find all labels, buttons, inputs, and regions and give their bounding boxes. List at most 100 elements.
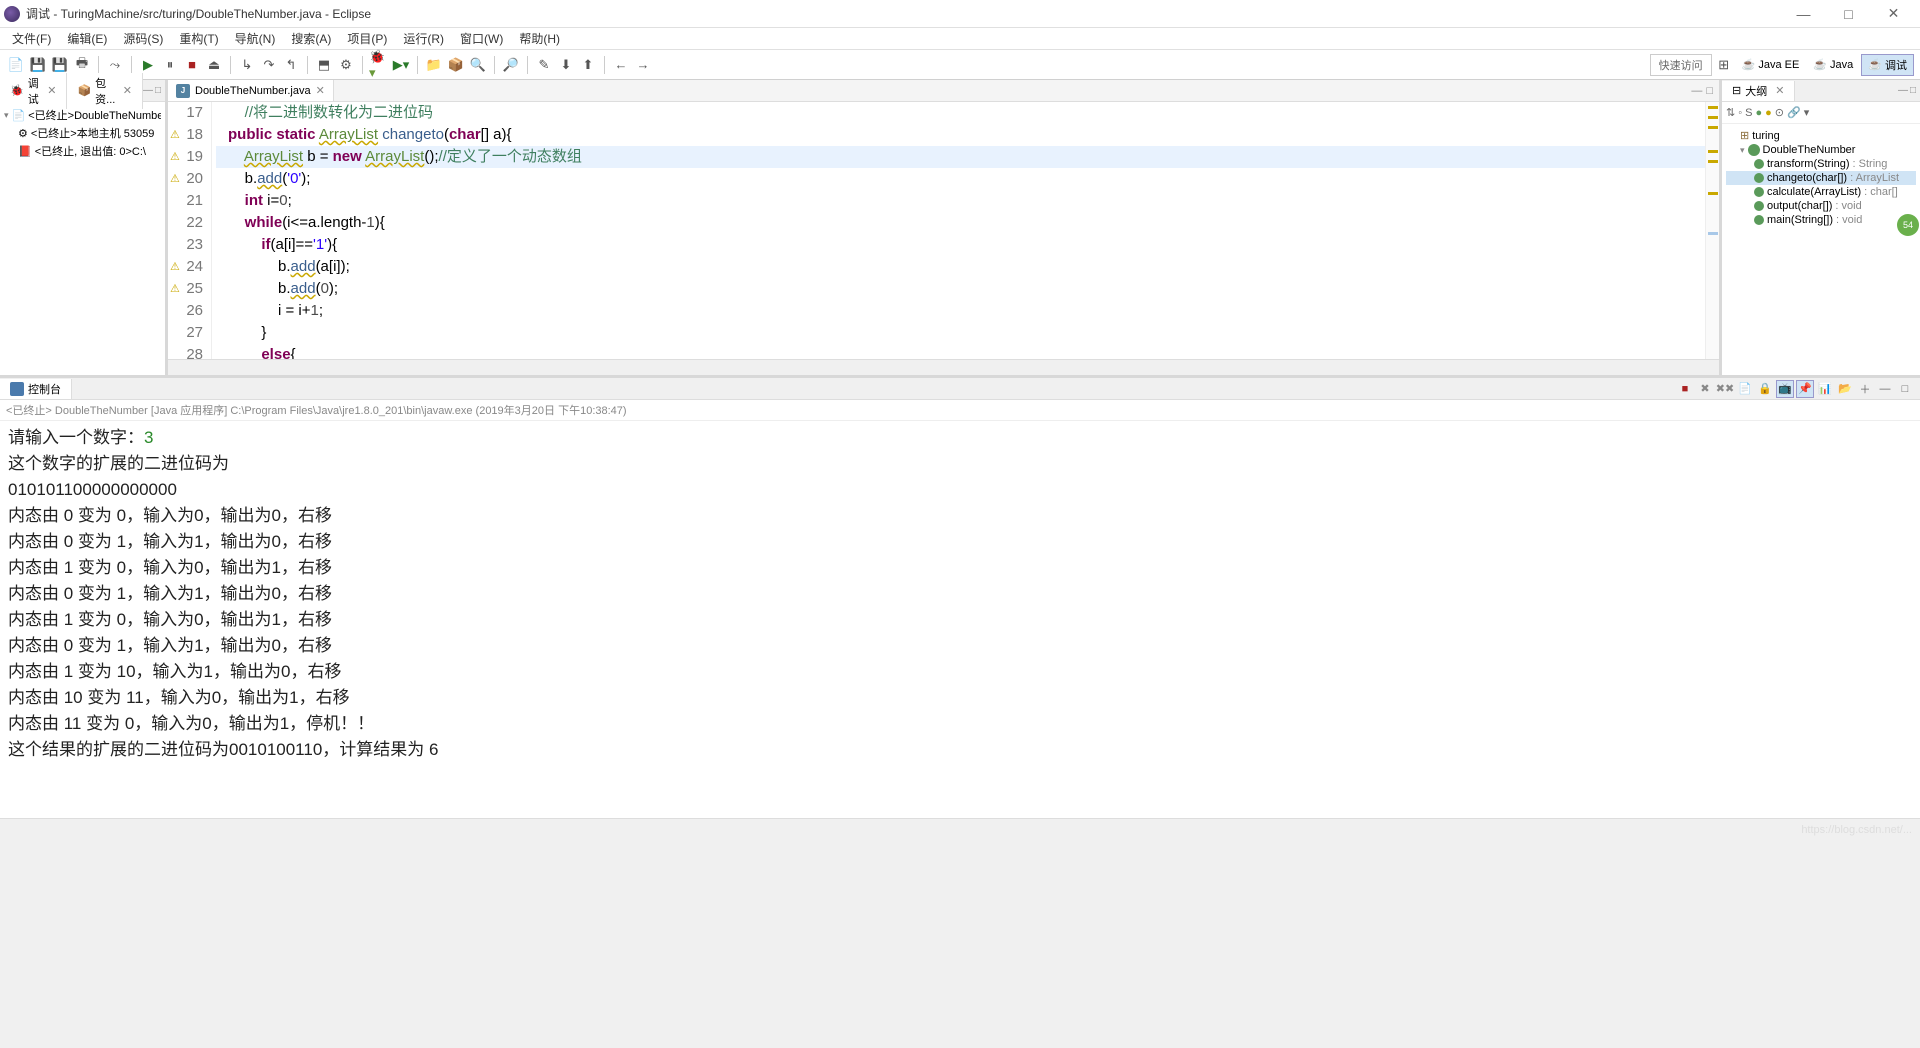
code-line[interactable]: int i=0; bbox=[216, 190, 1705, 212]
outline-tab[interactable]: ⊟ 大纲 ✕ bbox=[1722, 81, 1795, 101]
sort-icon[interactable]: ⇅ bbox=[1726, 106, 1735, 119]
code-line[interactable]: //将二进制数转化为二进位码 bbox=[216, 102, 1705, 124]
filter-local-icon[interactable]: ● bbox=[1765, 107, 1772, 119]
use-step-filters-icon[interactable]: ⚙ bbox=[336, 55, 356, 75]
back-icon[interactable]: ← bbox=[611, 55, 631, 75]
step-return-icon[interactable]: ↰ bbox=[281, 55, 301, 75]
code-line[interactable]: else{ bbox=[216, 344, 1705, 359]
outline-item[interactable]: transform(String) : String bbox=[1726, 157, 1916, 171]
run-dropdown-icon[interactable]: ▶▾ bbox=[391, 55, 411, 75]
menu-item[interactable]: 文件(F) bbox=[4, 28, 59, 49]
filter-static-icon[interactable]: S bbox=[1745, 107, 1752, 119]
remove-all-icon[interactable]: ✖✖ bbox=[1716, 380, 1734, 398]
code-line[interactable]: ArrayList b = new ArrayList();//定义了一个动态数… bbox=[216, 146, 1705, 168]
minimize-view-icon[interactable]: — bbox=[1898, 85, 1908, 96]
display-selected-icon[interactable]: 📊 bbox=[1816, 380, 1834, 398]
step-into-icon[interactable]: ↳ bbox=[237, 55, 257, 75]
menu-icon[interactable]: ▾ bbox=[1804, 106, 1810, 119]
code-area[interactable]: //将二进制数转化为二进位码public static ArrayList ch… bbox=[212, 102, 1705, 359]
menu-item[interactable]: 项目(P) bbox=[339, 28, 395, 49]
outline-item[interactable]: main(String[]) : void bbox=[1726, 213, 1916, 227]
quick-access[interactable]: 快速访问 bbox=[1650, 54, 1712, 76]
code-line[interactable]: public static ArrayList changeto(char[] … bbox=[216, 124, 1705, 146]
outline-item[interactable]: output(char[]) : void bbox=[1726, 199, 1916, 213]
menu-item[interactable]: 重构(T) bbox=[171, 28, 226, 49]
perspective-调试[interactable]: ☕调试 bbox=[1861, 54, 1914, 76]
close-button[interactable]: ✕ bbox=[1871, 0, 1916, 28]
resume-icon[interactable]: ▶ bbox=[138, 55, 158, 75]
close-icon[interactable]: ✕ bbox=[1775, 84, 1784, 97]
close-tab-icon[interactable]: ✕ bbox=[316, 84, 325, 97]
terminate-icon[interactable]: ■ bbox=[182, 55, 202, 75]
debug-tree-item[interactable]: ⚙<已终止>本地主机 53059 bbox=[4, 124, 161, 142]
open-type-icon[interactable]: 🔍 bbox=[468, 55, 488, 75]
code-line[interactable]: i = i+1; bbox=[216, 300, 1705, 322]
perspective-Java[interactable]: ☕Java bbox=[1807, 54, 1859, 76]
print-icon[interactable]: 🖶 bbox=[72, 55, 92, 75]
drop-frame-icon[interactable]: ⬒ bbox=[314, 55, 334, 75]
search-icon[interactable]: 🔎 bbox=[501, 55, 521, 75]
debug-tree-item[interactable]: 📕<已终止, 退出值: 0>C:\ bbox=[4, 142, 161, 160]
clear-console-icon[interactable]: 📄 bbox=[1736, 380, 1754, 398]
menu-item[interactable]: 导航(N) bbox=[227, 28, 284, 49]
minimize-button[interactable]: — bbox=[1781, 0, 1826, 28]
new-package-icon[interactable]: 📦 bbox=[446, 55, 466, 75]
focus-icon[interactable]: ⊙ bbox=[1775, 106, 1784, 119]
code-line[interactable]: b.add(0); bbox=[216, 278, 1705, 300]
show-console-icon[interactable]: 📺 bbox=[1776, 380, 1794, 398]
suspend-icon[interactable]: ⏸ bbox=[160, 55, 180, 75]
code-line[interactable]: if(a[i]=='1'){ bbox=[216, 234, 1705, 256]
new-java-icon[interactable]: 📁 bbox=[424, 55, 444, 75]
maximize-editor-icon[interactable]: □ bbox=[1706, 85, 1713, 97]
outline-item[interactable]: ⊞ turing bbox=[1726, 128, 1916, 143]
toggle-mark-icon[interactable]: ✎ bbox=[534, 55, 554, 75]
maximize-button[interactable]: □ bbox=[1826, 0, 1871, 28]
minimize-editor-icon[interactable]: — bbox=[1691, 85, 1702, 97]
menu-item[interactable]: 搜索(A) bbox=[283, 28, 339, 49]
remove-launch-icon[interactable]: ✖ bbox=[1696, 380, 1714, 398]
code-line[interactable]: b.add(a[i]); bbox=[216, 256, 1705, 278]
menu-item[interactable]: 编辑(E) bbox=[59, 28, 115, 49]
save-all-icon[interactable]: 💾 bbox=[50, 55, 70, 75]
link-icon[interactable]: 🔗 bbox=[1787, 106, 1801, 119]
minimize-view-icon[interactable]: — bbox=[143, 85, 153, 96]
code-line[interactable]: b.add('0'); bbox=[216, 168, 1705, 190]
outline-tree[interactable]: ⊞ turing▾ DoubleTheNumber transform(Stri… bbox=[1722, 124, 1920, 231]
open-perspective-icon[interactable]: ⊞ bbox=[1714, 55, 1734, 75]
max-icon[interactable]: □ bbox=[1896, 380, 1914, 398]
step-over-icon[interactable]: ↷ bbox=[259, 55, 279, 75]
menu-item[interactable]: 窗口(W) bbox=[452, 28, 511, 49]
pin-console-icon[interactable]: 📌 bbox=[1796, 380, 1814, 398]
overview-ruler[interactable] bbox=[1705, 102, 1719, 359]
open-console-icon[interactable]: 📂 bbox=[1836, 380, 1854, 398]
filter-public-icon[interactable]: ● bbox=[1755, 107, 1762, 119]
skip-breakpoints-icon[interactable]: ⤳ bbox=[105, 55, 125, 75]
line-gutter[interactable]: 171819202122232425262728 bbox=[168, 102, 212, 359]
code-editor[interactable]: 171819202122232425262728 //将二进制数转化为二进位码p… bbox=[168, 102, 1719, 359]
terminate-icon[interactable]: ■ bbox=[1676, 380, 1694, 398]
menu-item[interactable]: 源码(S) bbox=[115, 28, 171, 49]
menu-item[interactable]: 运行(R) bbox=[395, 28, 452, 49]
maximize-view-icon[interactable]: □ bbox=[1910, 85, 1916, 96]
code-line[interactable]: } bbox=[216, 322, 1705, 344]
outline-item[interactable]: changeto(char[]) : ArrayList bbox=[1726, 171, 1916, 185]
perspective-Java EE[interactable]: ☕Java EE bbox=[1736, 54, 1806, 76]
new-icon[interactable]: 📄 bbox=[6, 55, 26, 75]
outline-item[interactable]: ▾ DoubleTheNumber bbox=[1726, 143, 1916, 157]
next-annotation-icon[interactable]: ⬇ bbox=[556, 55, 576, 75]
prev-annotation-icon[interactable]: ⬆ bbox=[578, 55, 598, 75]
editor-tab[interactable]: J DoubleTheNumber.java ✕ bbox=[168, 80, 334, 101]
debug-tree-item[interactable]: ▾📄<已终止>DoubleTheNumbe bbox=[4, 106, 161, 124]
scroll-lock-icon[interactable]: 🔒 bbox=[1756, 380, 1774, 398]
filter-fields-icon[interactable]: ◦ bbox=[1738, 107, 1742, 119]
console-output[interactable]: 请输入一个数字：3这个数字的扩展的二进位码为010101100000000000… bbox=[0, 421, 1920, 818]
menu-item[interactable]: 帮助(H) bbox=[511, 28, 568, 49]
disconnect-icon[interactable]: ⏏ bbox=[204, 55, 224, 75]
code-line[interactable]: while(i<=a.length-1){ bbox=[216, 212, 1705, 234]
editor-scrollbar[interactable] bbox=[168, 359, 1719, 375]
debug-dropdown-icon[interactable]: 🐞▾ bbox=[369, 55, 389, 75]
new-console-icon[interactable]: ＋ bbox=[1856, 380, 1874, 398]
save-icon[interactable]: 💾 bbox=[28, 55, 48, 75]
forward-icon[interactable]: → bbox=[633, 55, 653, 75]
min-icon[interactable]: — bbox=[1876, 380, 1894, 398]
